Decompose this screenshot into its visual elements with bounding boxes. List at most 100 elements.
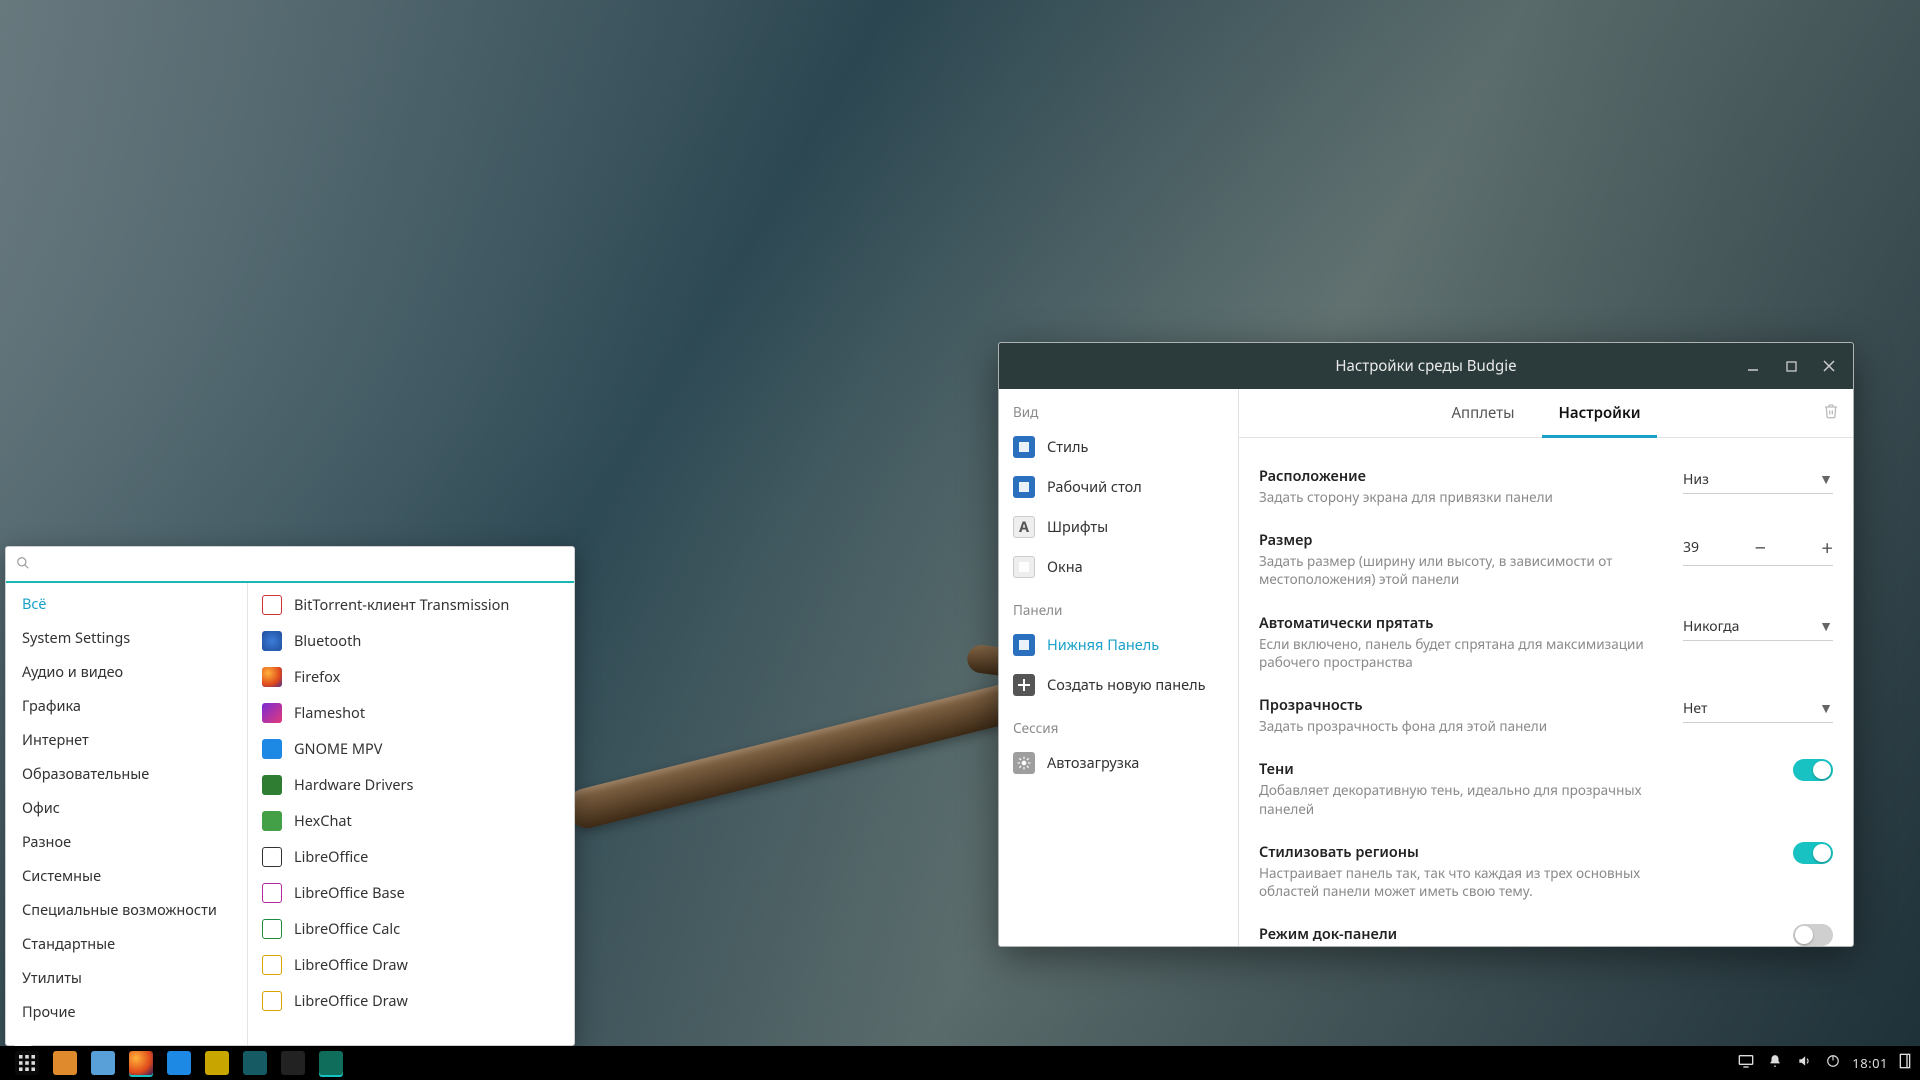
app-label: Hardware Drivers	[294, 775, 413, 795]
opt-desc: Добавляет декоративную тень, идеально дл…	[1259, 781, 1659, 817]
opt-size: Размер Задать размер (ширину или высоту,…	[1259, 518, 1833, 600]
panel-launcher-media-icon[interactable]	[167, 1051, 191, 1075]
tray-volume-icon[interactable]	[1796, 1054, 1812, 1072]
appmenu-category[interactable]: Разное	[6, 825, 247, 859]
panel-launcher-music-icon[interactable]	[205, 1051, 229, 1075]
app-icon	[262, 667, 282, 687]
autohide-dropdown[interactable]: Никогда ▼	[1683, 613, 1833, 641]
panel-launcher-screenshot-icon[interactable]	[243, 1051, 267, 1075]
sidebar-item-label: Автозагрузка	[1047, 753, 1139, 773]
opt-desc: Задать размер (ширину или высоту, в зави…	[1259, 552, 1659, 588]
chevron-down-icon: ▼	[1819, 699, 1833, 718]
opt-title: Стилизовать регионы	[1259, 842, 1659, 862]
stepper-minus-button[interactable]: −	[1755, 534, 1766, 561]
tray-power-icon[interactable]	[1826, 1054, 1840, 1072]
appmenu-category[interactable]: Интернет	[6, 723, 247, 757]
app-label: HexChat	[294, 811, 352, 831]
appmenu-app-item[interactable]: LibreOffice Draw	[248, 983, 574, 1019]
sidebar-item[interactable]: Стиль	[999, 427, 1238, 467]
sidebar-item-icon	[1013, 634, 1035, 656]
sidebar-item-icon	[1013, 556, 1035, 578]
opt-desc: Если включено, панель будет спрятана для…	[1259, 635, 1659, 671]
maximize-button[interactable]	[1773, 351, 1809, 381]
dock-toggle[interactable]	[1793, 924, 1833, 946]
shadow-toggle[interactable]	[1793, 759, 1833, 781]
appmenu-app-item[interactable]: Bluetooth	[248, 623, 574, 659]
panel-launcher-settings-icon[interactable]	[319, 1051, 343, 1075]
sidebar-item[interactable]: AШрифты	[999, 507, 1238, 547]
app-label: LibreOffice	[294, 847, 368, 867]
sidebar-item-label: Окна	[1047, 557, 1083, 577]
size-stepper: 39 − +	[1683, 530, 1833, 566]
tab-settings[interactable]: Настройки	[1536, 389, 1662, 437]
stepper-plus-button[interactable]: +	[1822, 534, 1833, 561]
sidebar-item[interactable]: Создать новую панель	[999, 665, 1238, 705]
appmenu-category[interactable]: System Settings	[6, 621, 247, 655]
app-icon	[262, 847, 282, 867]
appmenu-category[interactable]: Графика	[6, 689, 247, 723]
appmenu-category[interactable]: Стандартные	[6, 927, 247, 961]
panel-clock[interactable]: 18:01	[1852, 1054, 1888, 1072]
appmenu-app-item[interactable]: BitTorrent-клиент Transmission	[248, 587, 574, 623]
search-input[interactable]	[40, 555, 533, 575]
sidebar-item-label: Шрифты	[1047, 517, 1108, 537]
tray-sidebar-icon[interactable]	[1898, 1053, 1912, 1073]
appmenu-category[interactable]: Образовательные	[6, 757, 247, 791]
position-dropdown[interactable]: Низ ▼	[1683, 466, 1833, 494]
sidebar-item-label: Рабочий стол	[1047, 477, 1142, 497]
appmenu-category[interactable]: Офис	[6, 791, 247, 825]
appmenu-app-item[interactable]: LibreOffice Base	[248, 875, 574, 911]
stepper-value: 39	[1683, 538, 1699, 557]
opt-title: Прозрачность	[1259, 695, 1547, 715]
tray-notifications-icon[interactable]	[1768, 1053, 1782, 1073]
app-icon	[262, 955, 282, 975]
appmenu-app-item[interactable]: LibreOffice Draw	[248, 947, 574, 983]
appmenu-category[interactable]: Утилиты	[6, 961, 247, 995]
panel-launcher-files-icon[interactable]	[91, 1051, 115, 1075]
sidebar-item[interactable]: Рабочий стол	[999, 467, 1238, 507]
opt-title: Размер	[1259, 530, 1659, 550]
appmenu-category[interactable]: Прочие	[6, 995, 247, 1029]
sidebar-item[interactable]: Нижняя Панель	[999, 625, 1238, 665]
appmenu-searchbar	[6, 547, 574, 583]
sidebar-item[interactable]: Автозагрузка	[999, 743, 1238, 783]
appmenu-app-item[interactable]: Flameshot	[248, 695, 574, 731]
search-icon	[16, 553, 34, 575]
app-icon	[262, 991, 282, 1011]
appmenu-category[interactable]: Всё	[6, 587, 247, 621]
chevron-down-icon: ▼	[1819, 617, 1833, 636]
app-label: LibreOffice Calc	[294, 919, 400, 939]
settings-main: Апплеты Настройки Расположение Задать ст…	[1239, 389, 1853, 946]
opt-desc: Задать сторону экрана для привязки панел…	[1259, 488, 1553, 506]
titlebar[interactable]: Настройки среды Budgie	[999, 343, 1853, 389]
appmenu-category[interactable]: Системные	[6, 859, 247, 893]
appmenu-category[interactable]: Аудио и видео	[6, 655, 247, 689]
opt-title: Тени	[1259, 759, 1659, 779]
app-label: Bluetooth	[294, 631, 361, 651]
opt-desc: Задать прозрачность фона для этой панели	[1259, 717, 1547, 735]
tab-applets[interactable]: Апплеты	[1429, 389, 1536, 437]
appmenu-app-item[interactable]: Firefox	[248, 659, 574, 695]
transparency-dropdown[interactable]: Нет ▼	[1683, 695, 1833, 723]
appmenu-app-item[interactable]: HexChat	[248, 803, 574, 839]
appmenu-app-item[interactable]: LibreOffice Calc	[248, 911, 574, 947]
opt-title: Режим док-панели	[1259, 924, 1659, 944]
appmenu-app-item[interactable]: GNOME MPV	[248, 731, 574, 767]
sidebar-item[interactable]: Окна	[999, 547, 1238, 587]
opt-regions: Стилизовать регионы Настраивает панель т…	[1259, 830, 1833, 912]
appmenu-app-item[interactable]: Hardware Drivers	[248, 767, 574, 803]
minimize-button[interactable]	[1735, 351, 1771, 381]
appmenu-category[interactable]: Специальные возможности	[6, 893, 247, 927]
app-icon	[262, 595, 282, 615]
panel-launcher-software-icon[interactable]	[53, 1051, 77, 1075]
app-label: BitTorrent-клиент Transmission	[294, 595, 509, 615]
panel-launcher-firefox-icon[interactable]	[129, 1051, 153, 1075]
panel-menu-button[interactable]	[15, 1051, 39, 1075]
tray-display-icon[interactable]	[1738, 1054, 1754, 1072]
appmenu-app-item[interactable]: LibreOffice	[248, 839, 574, 875]
opt-title: Расположение	[1259, 466, 1553, 486]
panel-launcher-terminal-icon[interactable]	[281, 1051, 305, 1075]
delete-panel-icon[interactable]	[1823, 402, 1839, 424]
close-button[interactable]	[1811, 351, 1847, 381]
regions-toggle[interactable]	[1793, 842, 1833, 864]
